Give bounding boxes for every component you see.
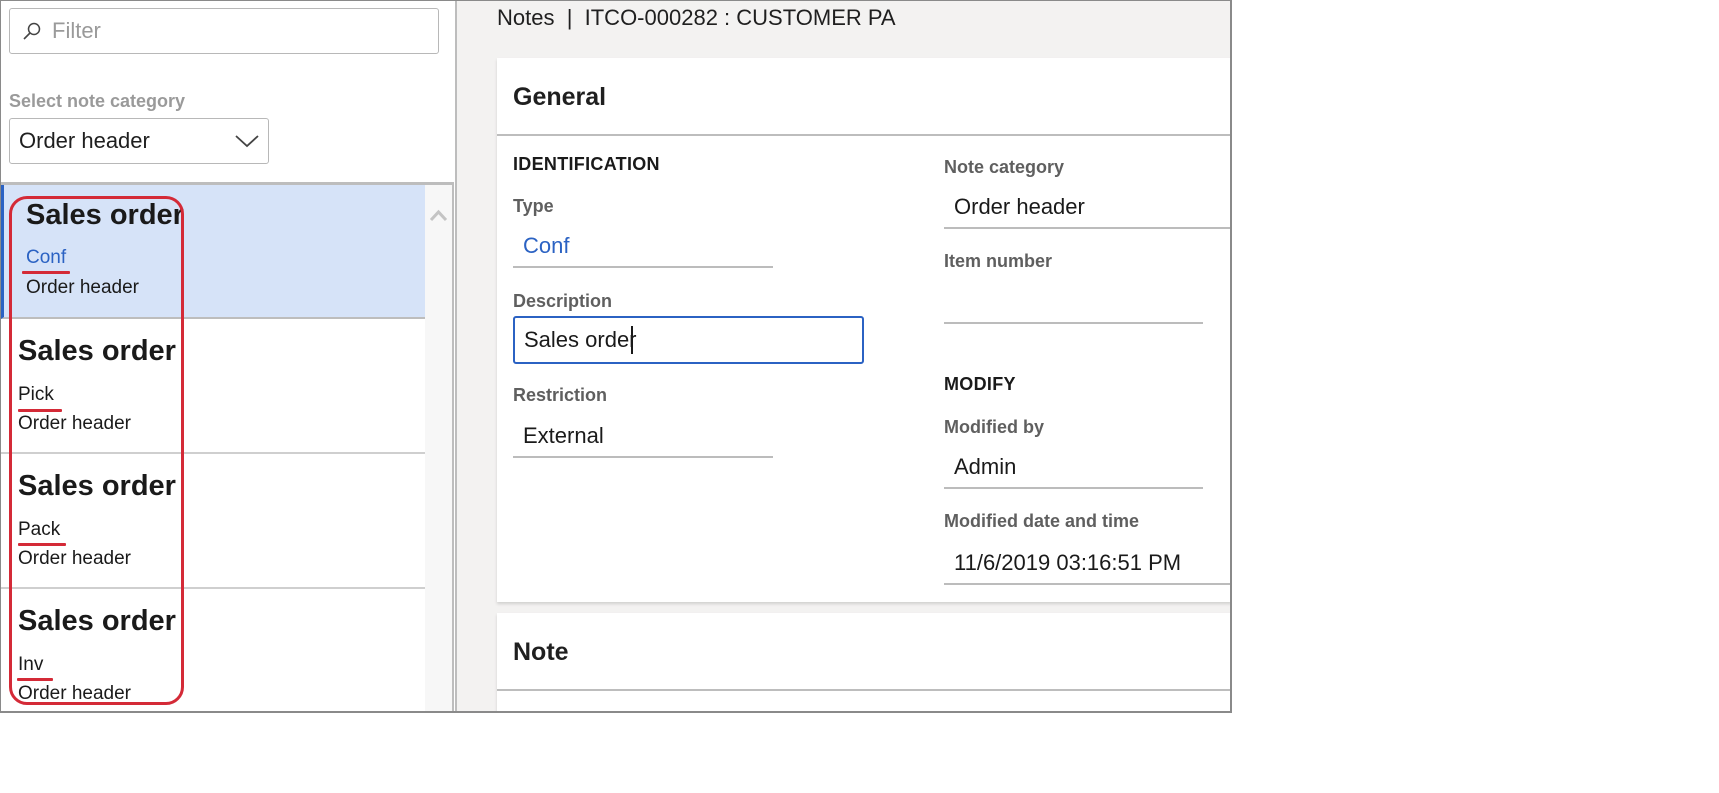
- notes-window: Select note category Order header Sales …: [0, 0, 1232, 713]
- chevron-up-icon[interactable]: [429, 209, 448, 222]
- note-item-category: Order header: [18, 683, 132, 704]
- note-item-title: Sales order: [18, 605, 176, 637]
- modified-by-value: Admin: [944, 447, 1203, 489]
- type-label: Type: [513, 196, 554, 216]
- type-value-link[interactable]: Conf: [513, 226, 773, 268]
- note-list-item[interactable]: Sales order Conf Order header: [1, 185, 425, 319]
- note-list-item[interactable]: Sales order Pack Order header: [1, 454, 425, 589]
- note-section-title: Note: [513, 638, 569, 666]
- annotation-underline: [22, 271, 70, 274]
- note-list-item[interactable]: Sales order Pick Order header: [1, 319, 425, 454]
- note-category-dropdown[interactable]: Order header: [9, 118, 269, 164]
- note-section: Note: [497, 613, 1230, 711]
- modified-datetime-label: Modified date and time: [944, 511, 1140, 531]
- note-item-category: Order header: [26, 277, 140, 298]
- modified-datetime-value: 11/6/2019 03:16:51 PM: [944, 543, 1230, 585]
- item-number-label: Item number: [944, 251, 1053, 271]
- chevron-down-icon: [235, 135, 259, 148]
- note-item-type: Conf: [26, 247, 67, 268]
- annotation-underline: [18, 409, 62, 412]
- note-details-pane: Notes | ITCO-000282 : CUSTOMER PA Genera…: [455, 1, 1230, 711]
- note-category-field-label: Note category: [944, 157, 1065, 177]
- notes-list-container: Sales order Conf Order header Sales orde…: [1, 182, 454, 711]
- general-section: General IDENTIFICATION Type Conf Descrip…: [497, 58, 1230, 602]
- restriction-value[interactable]: External: [513, 416, 773, 458]
- note-item-category: Order header: [18, 548, 132, 569]
- notes-list-pane: Select note category Order header Sales …: [0, 1, 455, 711]
- filter-input[interactable]: [52, 18, 412, 44]
- item-number-value[interactable]: [944, 282, 1203, 324]
- note-item-title: Sales order: [26, 199, 184, 231]
- search-icon: [23, 22, 41, 40]
- note-section-header[interactable]: Note: [497, 613, 1230, 691]
- annotation-underline: [18, 543, 66, 546]
- note-list-item[interactable]: Sales order Inv Order header: [1, 589, 425, 711]
- note-category-label: Select note category: [9, 91, 186, 111]
- note-item-type: Pack: [18, 519, 61, 540]
- text-cursor: [631, 326, 633, 354]
- annotation-underline: [17, 678, 53, 681]
- note-item-type: Inv: [18, 654, 44, 675]
- notes-list-scrollbar[interactable]: [425, 185, 452, 711]
- modified-by-label: Modified by: [944, 417, 1044, 437]
- note-item-title: Sales order: [18, 335, 176, 367]
- note-category-selected: Order header: [19, 128, 150, 153]
- modify-group-title: MODIFY: [944, 374, 1016, 394]
- general-section-title: General: [513, 83, 607, 111]
- note-category-field-value[interactable]: Order header: [944, 187, 1230, 229]
- filter-field[interactable]: [9, 8, 439, 54]
- note-item-type: Pick: [18, 384, 54, 405]
- identification-group-title: IDENTIFICATION: [513, 154, 660, 174]
- general-section-header[interactable]: General: [497, 58, 1230, 136]
- restriction-label: Restriction: [513, 385, 608, 405]
- notes-list: Sales order Conf Order header Sales orde…: [1, 185, 425, 711]
- page-title: Notes | ITCO-000282 : CUSTOMER PA: [497, 5, 896, 30]
- description-input[interactable]: [513, 316, 864, 364]
- description-label: Description: [513, 291, 613, 311]
- note-item-title: Sales order: [18, 470, 176, 502]
- note-item-category: Order header: [18, 413, 132, 434]
